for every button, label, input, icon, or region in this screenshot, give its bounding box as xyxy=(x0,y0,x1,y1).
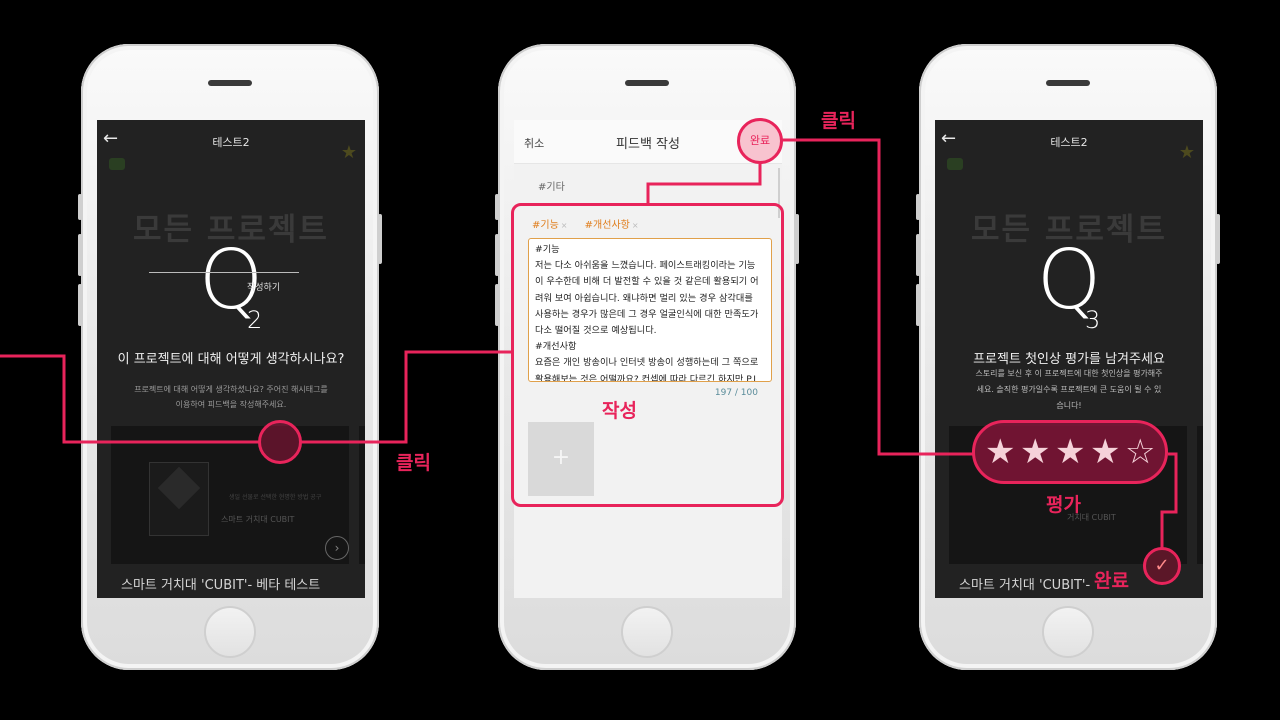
done-button-highlight[interactable]: 완료 xyxy=(737,118,783,164)
annotation-click-left: 클릭 xyxy=(396,452,431,474)
question-number: 3 xyxy=(1085,306,1101,334)
home-button[interactable] xyxy=(621,606,673,658)
screen-title: 테스트2 xyxy=(212,136,250,149)
etc-hashtag[interactable]: #기타 xyxy=(538,178,565,193)
star-3-icon[interactable]: ★ xyxy=(1055,433,1085,471)
rating-prompt: 프로젝트 첫인상 평가를 남겨주세요 xyxy=(973,352,1165,367)
phone-left: ← 테스트2 ★ 모든 프로젝트 Q 2 이 프로젝트에 대해 어떻게 생각하시… xyxy=(78,44,382,670)
feedback-form-highlight xyxy=(511,203,784,507)
question-text: 이 프로젝트에 대해 어떻게 생각하시나요? xyxy=(117,352,345,367)
project-card: 생일 선물로 선택한 현명한 방법 공구 스마트 거치대 CUBIT › xyxy=(111,426,349,564)
star-4-icon[interactable]: ★ xyxy=(1090,433,1120,471)
annotation-write: 작성 xyxy=(602,400,637,422)
question-number: 2 xyxy=(247,306,263,334)
screen-title: 테스트2 xyxy=(1050,136,1088,149)
star-icon[interactable]: ★ xyxy=(1179,142,1195,163)
card-subtext: 생일 선물로 선택한 현명한 방법 공구 xyxy=(229,494,322,501)
chat-icon xyxy=(109,158,125,170)
star-rating[interactable]: ★ ★ ★ ★ ☆ xyxy=(972,420,1168,484)
speaker xyxy=(625,80,669,86)
write-divider xyxy=(149,272,299,273)
cubit-logo xyxy=(149,462,209,536)
annotation-rate: 평가 xyxy=(1046,494,1081,516)
speaker xyxy=(1046,80,1090,86)
chat-icon xyxy=(947,158,963,170)
project-card-next xyxy=(359,426,365,564)
star-1-icon[interactable]: ★ xyxy=(985,433,1015,471)
question-q-letter: Q xyxy=(1036,233,1102,328)
question-description: 프로젝트에 대해 어떻게 생각하셨나요? 주어진 해시태그를 이용하여 피드백을… xyxy=(134,385,328,409)
star-icon[interactable]: ★ xyxy=(341,142,357,163)
annotation-done: 완료 xyxy=(1094,570,1129,592)
rating-screen: ← 테스트2 ★ 모든 프로젝트 Q 3 프로젝트 첫인상 평가를 남겨주세요 … xyxy=(935,120,1203,598)
annotation-click-right: 클릭 xyxy=(821,110,856,132)
next-arrow-icon[interactable]: › xyxy=(325,536,349,560)
click-highlight-write xyxy=(258,420,302,464)
rating-description: 스토리를 보신 후 이 프로젝트에 대한 첫인상을 평가해주세요. 솔직한 평가… xyxy=(975,369,1163,410)
star-2-icon[interactable]: ★ xyxy=(1020,433,1050,471)
question-q-letter: Q xyxy=(198,233,264,328)
check-icon[interactable]: ✓ xyxy=(1143,547,1181,585)
star-5-icon[interactable]: ☆ xyxy=(1125,433,1155,471)
write-feedback-button[interactable]: 작성하기 xyxy=(247,280,280,293)
card-text: 스마트 거치대 CUBIT xyxy=(221,515,295,524)
question-screen: ← 테스트2 ★ 모든 프로젝트 Q 2 이 프로젝트에 대해 어떻게 생각하시… xyxy=(97,120,365,598)
project-title: 스마트 거치대 'CUBIT'- xyxy=(959,578,1091,593)
project-title: 스마트 거치대 'CUBIT'- 베타 테스트 xyxy=(121,578,321,593)
speaker xyxy=(208,80,252,86)
project-card-next xyxy=(1197,426,1203,564)
home-button[interactable] xyxy=(1042,606,1094,658)
home-button[interactable] xyxy=(204,606,256,658)
